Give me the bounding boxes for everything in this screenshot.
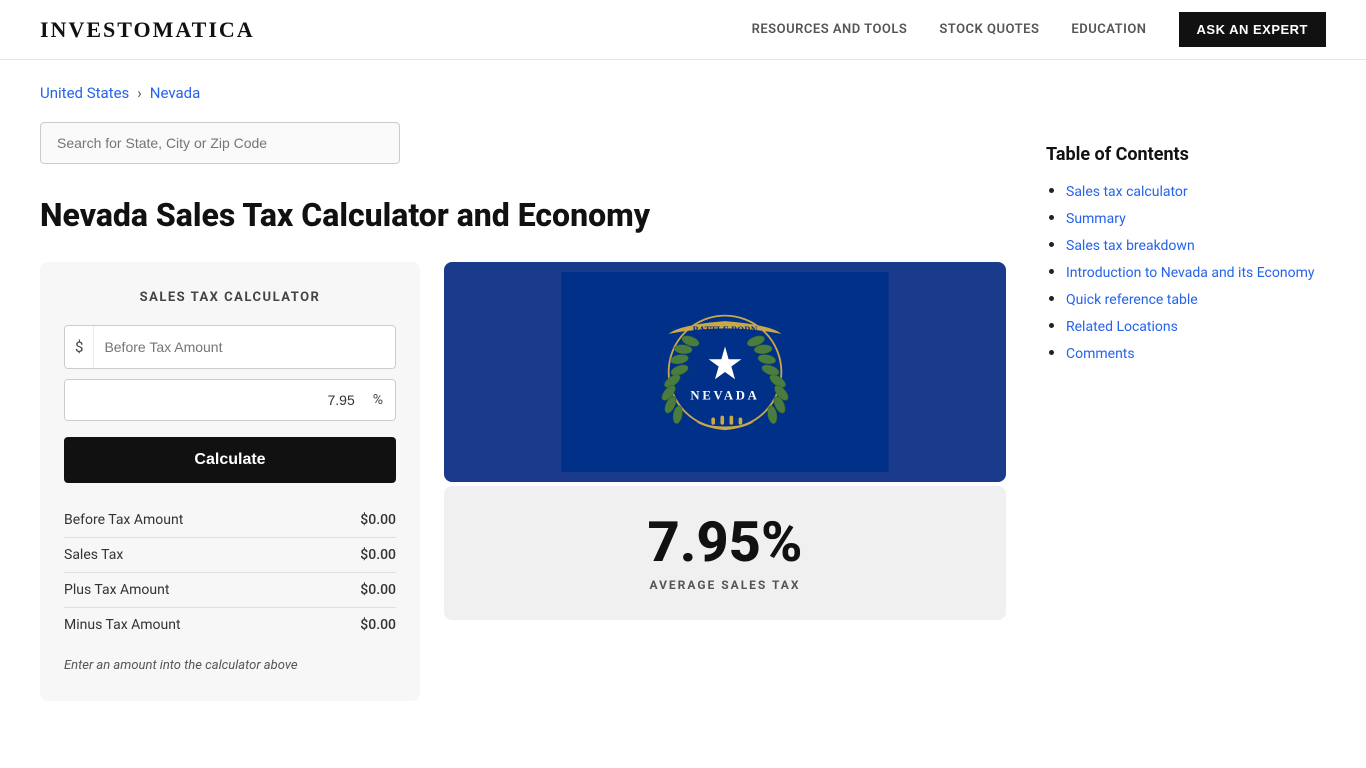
toc-title: Table of Contents	[1046, 144, 1326, 165]
nevada-flag-container: BATTLE BORN NEVADA	[444, 262, 1006, 482]
header: INVESTOMATICA RESOURCES AND TOOLS STOCK …	[0, 0, 1366, 60]
breadcrumb-separator: ›	[137, 84, 142, 102]
tax-rate-input[interactable]	[65, 380, 369, 420]
amount-input-row: $	[64, 325, 396, 369]
breadcrumb-nevada: Nevada	[150, 84, 201, 102]
result-sales-tax-label: Sales Tax	[64, 538, 319, 573]
table-row: Minus Tax Amount $0.00	[64, 608, 396, 643]
dollar-prefix: $	[65, 326, 94, 368]
main-content: United States › Nevada Nevada Sales Tax …	[40, 84, 1006, 701]
nav-education[interactable]: EDUCATION	[1071, 22, 1146, 37]
results-table: Before Tax Amount $0.00 Sales Tax $0.00 …	[64, 503, 396, 642]
sidebar: Table of Contents Sales tax calculator S…	[1046, 84, 1326, 701]
result-minus-tax-value: $0.00	[319, 608, 396, 643]
result-minus-tax-label: Minus Tax Amount	[64, 608, 319, 643]
toc-item-intro[interactable]: Introduction to Nevada and its Economy	[1066, 265, 1314, 281]
nevada-flag-svg: BATTLE BORN NEVADA	[555, 272, 895, 472]
result-sales-tax-value: $0.00	[319, 538, 396, 573]
list-item: Related Locations	[1066, 316, 1326, 335]
result-plus-tax-value: $0.00	[319, 573, 396, 608]
list-item: Comments	[1066, 343, 1326, 362]
list-item: Sales tax breakdown	[1066, 235, 1326, 254]
calculator-note: Enter an amount into the calculator abov…	[64, 658, 396, 673]
toc-item-quick-ref[interactable]: Quick reference table	[1066, 292, 1198, 308]
nav-stock-quotes[interactable]: STOCK QUOTES	[939, 22, 1039, 37]
table-row: Sales Tax $0.00	[64, 538, 396, 573]
list-item: Sales tax calculator	[1066, 181, 1326, 200]
result-before-tax-label: Before Tax Amount	[64, 503, 319, 538]
table-row: Before Tax Amount $0.00	[64, 503, 396, 538]
ask-expert-button[interactable]: ASK AN EXPERT	[1179, 12, 1326, 47]
page-title: Nevada Sales Tax Calculator and Economy	[40, 196, 1006, 234]
result-before-tax-value: $0.00	[319, 503, 396, 538]
page-body: United States › Nevada Nevada Sales Tax …	[0, 60, 1366, 741]
search-container	[40, 122, 1006, 164]
nav-resources[interactable]: RESOURCES AND TOOLS	[752, 22, 908, 37]
toc-item-comments[interactable]: Comments	[1066, 346, 1135, 362]
toc-item-related-locations[interactable]: Related Locations	[1066, 319, 1178, 335]
toc-item-summary[interactable]: Summary	[1066, 211, 1126, 227]
result-plus-tax-label: Plus Tax Amount	[64, 573, 319, 608]
toc-list: Sales tax calculator Summary Sales tax b…	[1046, 181, 1326, 362]
list-item: Quick reference table	[1066, 289, 1326, 308]
breadcrumb: United States › Nevada	[40, 84, 1006, 102]
percentage-label: AVERAGE SALES TAX	[650, 578, 801, 592]
list-item: Introduction to Nevada and its Economy	[1066, 262, 1326, 281]
percentage-card: 7.95% AVERAGE SALES TAX	[444, 486, 1006, 620]
list-item: Summary	[1066, 208, 1326, 227]
percent-suffix: %	[369, 380, 395, 420]
calculator-flag-row: SALES TAX CALCULATOR $ % Calculate	[40, 262, 1006, 701]
search-input[interactable]	[40, 122, 400, 164]
before-tax-amount-input[interactable]	[94, 327, 395, 367]
logo: INVESTOMATICA	[40, 17, 255, 43]
table-row: Plus Tax Amount $0.00	[64, 573, 396, 608]
calculator-title: SALES TAX CALCULATOR	[64, 290, 396, 305]
toc-item-calculator[interactable]: Sales tax calculator	[1066, 184, 1188, 200]
toc-item-breakdown[interactable]: Sales tax breakdown	[1066, 238, 1195, 254]
percentage-value: 7.95%	[648, 514, 803, 570]
svg-text:BATTLE BORN: BATTLE BORN	[693, 325, 758, 335]
breadcrumb-united-states[interactable]: United States	[40, 84, 129, 102]
svg-text:NEVADA: NEVADA	[690, 389, 759, 403]
calculator-card: SALES TAX CALCULATOR $ % Calculate	[40, 262, 420, 701]
main-nav: RESOURCES AND TOOLS STOCK QUOTES EDUCATI…	[752, 12, 1326, 47]
calculate-button[interactable]: Calculate	[64, 437, 396, 483]
tax-rate-row: %	[64, 379, 396, 421]
right-column: BATTLE BORN NEVADA	[444, 262, 1006, 620]
